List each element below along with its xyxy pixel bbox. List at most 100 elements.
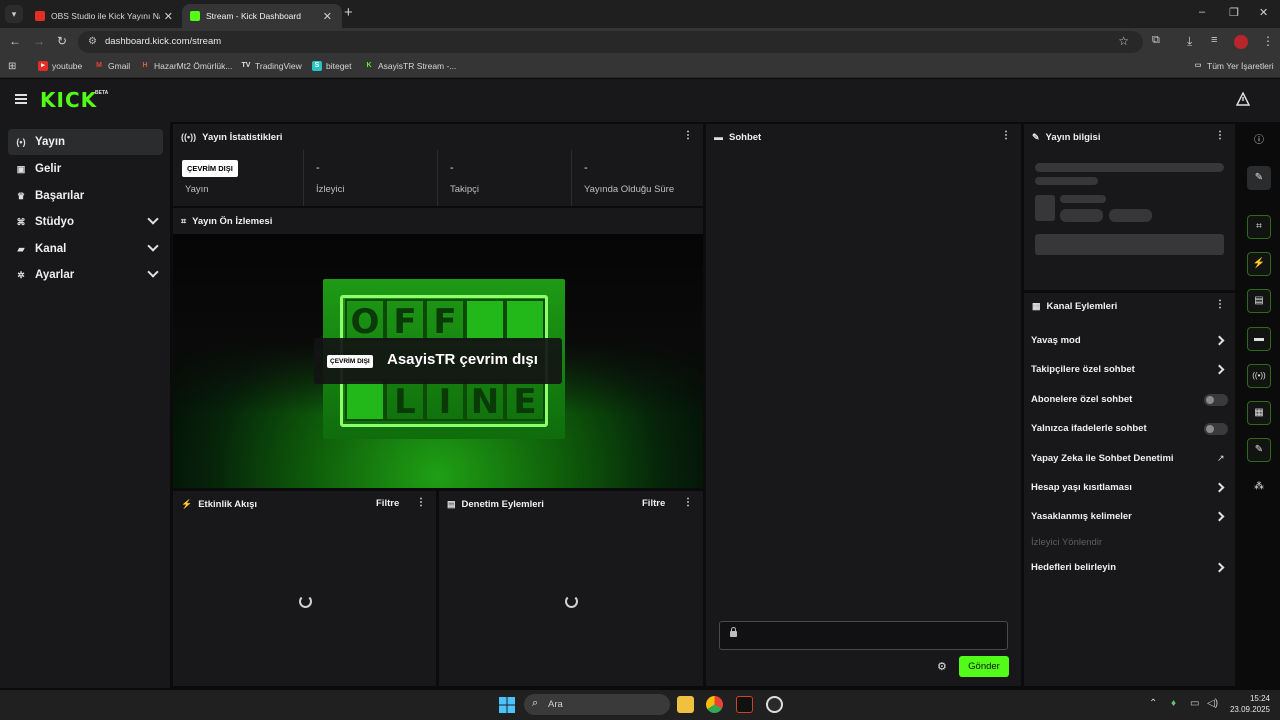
bookmark-asayistr[interactable]: K AsayisTR Stream -... bbox=[364, 61, 456, 71]
more-options-icon[interactable]: ⋮ bbox=[683, 131, 693, 141]
sidebar-item-gelir[interactable]: ▣ Gelir bbox=[8, 156, 163, 182]
sidebar-item-studyo[interactable]: ⌘ Stüdyo bbox=[8, 209, 163, 235]
extensions-icon[interactable]: ⧉ bbox=[1152, 34, 1160, 47]
tab-title: OBS Studio ile Kick Yayını Nasıl bbox=[51, 11, 160, 21]
action-followers-only[interactable]: Takipçilere özel sohbet bbox=[1031, 364, 1135, 375]
minimize-button[interactable]: – bbox=[1199, 6, 1205, 18]
network-icon[interactable]: ▭ bbox=[1190, 698, 1199, 709]
chat-input[interactable] bbox=[719, 621, 1008, 650]
url-field[interactable]: ⚙ dashboard.kick.com/stream ☆ bbox=[78, 31, 1143, 53]
action-banned-words[interactable]: Yasaklanmış kelimeler bbox=[1031, 511, 1132, 522]
lightning-icon: ⚡ bbox=[181, 498, 193, 509]
browser-tab-kick[interactable]: Stream - Kick Dashboard ✕ bbox=[182, 4, 342, 28]
skeleton-bar bbox=[1035, 234, 1224, 255]
sidebar-item-kanal[interactable]: ▰ Kanal bbox=[8, 236, 163, 262]
bookmark-biteget[interactable]: Sbiteget bbox=[312, 61, 352, 71]
app-icon[interactable] bbox=[736, 696, 753, 713]
file-explorer-icon[interactable] bbox=[677, 696, 694, 713]
channel-actions-widget-icon[interactable]: ▦ bbox=[1247, 401, 1271, 425]
more-options-icon[interactable]: ⋮ bbox=[1215, 300, 1225, 310]
obs-icon[interactable] bbox=[766, 696, 783, 713]
lock-icon bbox=[730, 627, 737, 637]
close-tab-icon[interactable]: ✕ bbox=[323, 10, 332, 23]
preview-widget-icon[interactable]: ⌗ bbox=[1247, 215, 1271, 239]
info-icon[interactable]: ⓘ bbox=[1247, 129, 1271, 153]
shapes-icon[interactable]: ⁂ bbox=[1247, 475, 1271, 499]
tray-overflow-icon[interactable]: ⌃ bbox=[1149, 698, 1157, 709]
more-options-icon[interactable]: ⋮ bbox=[416, 498, 426, 508]
send-button[interactable]: Gönder bbox=[959, 656, 1009, 677]
chat-widget-icon[interactable]: ▬ bbox=[1247, 327, 1271, 351]
sign-letter: N bbox=[465, 379, 505, 422]
subscribers-only-toggle[interactable] bbox=[1204, 394, 1228, 406]
taskbar-clock[interactable]: 15:24 23.09.2025 bbox=[1222, 693, 1270, 715]
filter-button[interactable]: Filtre bbox=[376, 498, 399, 509]
sign-letter: E bbox=[505, 379, 545, 422]
downloads-icon[interactable]: ⤓ bbox=[1187, 34, 1192, 49]
sidebar-item-yayin[interactable]: (•) Yayın bbox=[8, 129, 163, 155]
chrome-icon[interactable] bbox=[706, 696, 723, 713]
more-options-icon[interactable]: ⋮ bbox=[1001, 131, 1011, 141]
windows-start-icon[interactable] bbox=[499, 697, 515, 713]
chat-settings-icon[interactable]: ⚙ bbox=[937, 660, 947, 673]
apps-grid-icon[interactable]: ⊞ bbox=[8, 61, 16, 72]
reading-list-icon[interactable]: ≡ bbox=[1211, 34, 1217, 46]
stream-preview[interactable]: O F F L I N E ÇEVRİM DIŞI AsayisTR çevri… bbox=[173, 234, 703, 488]
edit-icon[interactable]: ✎ bbox=[1247, 166, 1271, 190]
maximize-button[interactable]: ❐ bbox=[1229, 6, 1239, 19]
address-bar-row: ← → ↻ ⚙ dashboard.kick.com/stream ☆ ⧉ ⤓ … bbox=[0, 28, 1280, 56]
app-header: KICK BETA bbox=[0, 79, 1280, 122]
stat-cell-uptime: - Yayında Olduğu Süre bbox=[584, 162, 675, 195]
profile-avatar[interactable] bbox=[1234, 35, 1248, 49]
skeleton-line bbox=[1035, 177, 1098, 185]
external-link-icon[interactable]: ↗ bbox=[1217, 453, 1225, 464]
sign-letter bbox=[465, 299, 505, 341]
channel-icon: ▰ bbox=[17, 243, 25, 254]
alert-icon[interactable] bbox=[1236, 92, 1250, 106]
bookmark-tradingview[interactable]: TV TradingView bbox=[241, 61, 302, 71]
chat-icon: ▬ bbox=[714, 132, 723, 142]
volume-icon[interactable]: ◁) bbox=[1207, 698, 1218, 709]
action-set-goals[interactable]: Hedefleri belirleyin bbox=[1031, 562, 1116, 573]
microphone-icon[interactable]: ♦ bbox=[1171, 698, 1176, 709]
panel-header: ▬ Sohbet bbox=[714, 131, 762, 143]
close-tab-icon[interactable]: ✕ bbox=[164, 10, 173, 23]
bookmark-hazarmt2[interactable]: H HazarMt2 Ömürlük... bbox=[140, 61, 232, 71]
action-subscribers-only[interactable]: Abonelere özel sohbet bbox=[1031, 394, 1132, 405]
action-ai-moderation[interactable]: Yapay Zeka ile Sohbet Denetimi bbox=[1031, 453, 1174, 464]
sign-letter bbox=[505, 299, 545, 341]
lightning-widget-icon[interactable]: ⚡ bbox=[1247, 252, 1271, 276]
tab-search-dropdown[interactable]: ▾ bbox=[5, 5, 23, 23]
new-tab-button[interactable]: + bbox=[344, 4, 353, 21]
browser-menu-icon[interactable]: ⋮ bbox=[1262, 34, 1274, 48]
menu-icon[interactable] bbox=[15, 94, 27, 104]
more-options-icon[interactable]: ⋮ bbox=[1215, 131, 1225, 141]
browser-tab-obs[interactable]: OBS Studio ile Kick Yayını Nasıl ✕ bbox=[27, 4, 183, 28]
bookmark-star-icon[interactable]: ☆ bbox=[1118, 34, 1129, 48]
all-bookmarks-button[interactable]: ▭ Tüm Yer İşaretleri bbox=[1193, 61, 1274, 71]
sign-letter: L bbox=[385, 379, 425, 422]
action-emotes-only[interactable]: Yalnızca ifadelerle sohbet bbox=[1031, 423, 1147, 434]
back-button[interactable]: ← bbox=[9, 34, 21, 48]
document-widget-icon[interactable]: ▤ bbox=[1247, 289, 1271, 313]
filter-button[interactable]: Filtre bbox=[642, 498, 665, 509]
sign-letter: F bbox=[385, 299, 425, 342]
action-slow-mode[interactable]: Yavaş mod bbox=[1031, 335, 1081, 346]
kick-logo[interactable]: KICK bbox=[40, 88, 97, 112]
taskbar-search[interactable]: ⌕ Ara bbox=[524, 694, 670, 715]
more-options-icon[interactable]: ⋮ bbox=[683, 498, 693, 508]
action-account-age[interactable]: Hesap yaşı kısıtlaması bbox=[1031, 482, 1132, 493]
trophy-icon: ♛ bbox=[16, 190, 26, 201]
broadcast-widget-icon[interactable]: ((•)) bbox=[1247, 364, 1271, 388]
sidebar-item-basarilar[interactable]: ♛ Başarılar bbox=[8, 183, 163, 209]
emotes-only-toggle[interactable] bbox=[1204, 423, 1228, 435]
panel-header: ✎ Yayın bilgisi bbox=[1032, 131, 1101, 143]
bookmark-gmail[interactable]: M Gmail bbox=[94, 61, 130, 71]
sidebar-item-ayarlar[interactable]: ✲ Ayarlar bbox=[8, 262, 163, 288]
reload-button[interactable]: ↻ bbox=[57, 34, 67, 48]
close-window-button[interactable]: ✕ bbox=[1259, 6, 1268, 19]
forward-button[interactable]: → bbox=[33, 34, 45, 48]
wrench-widget-icon[interactable]: ✎ bbox=[1247, 438, 1271, 462]
site-info-icon[interactable]: ⚙ bbox=[88, 36, 97, 47]
bookmark-youtube[interactable]: ▸ youtube bbox=[38, 61, 82, 71]
